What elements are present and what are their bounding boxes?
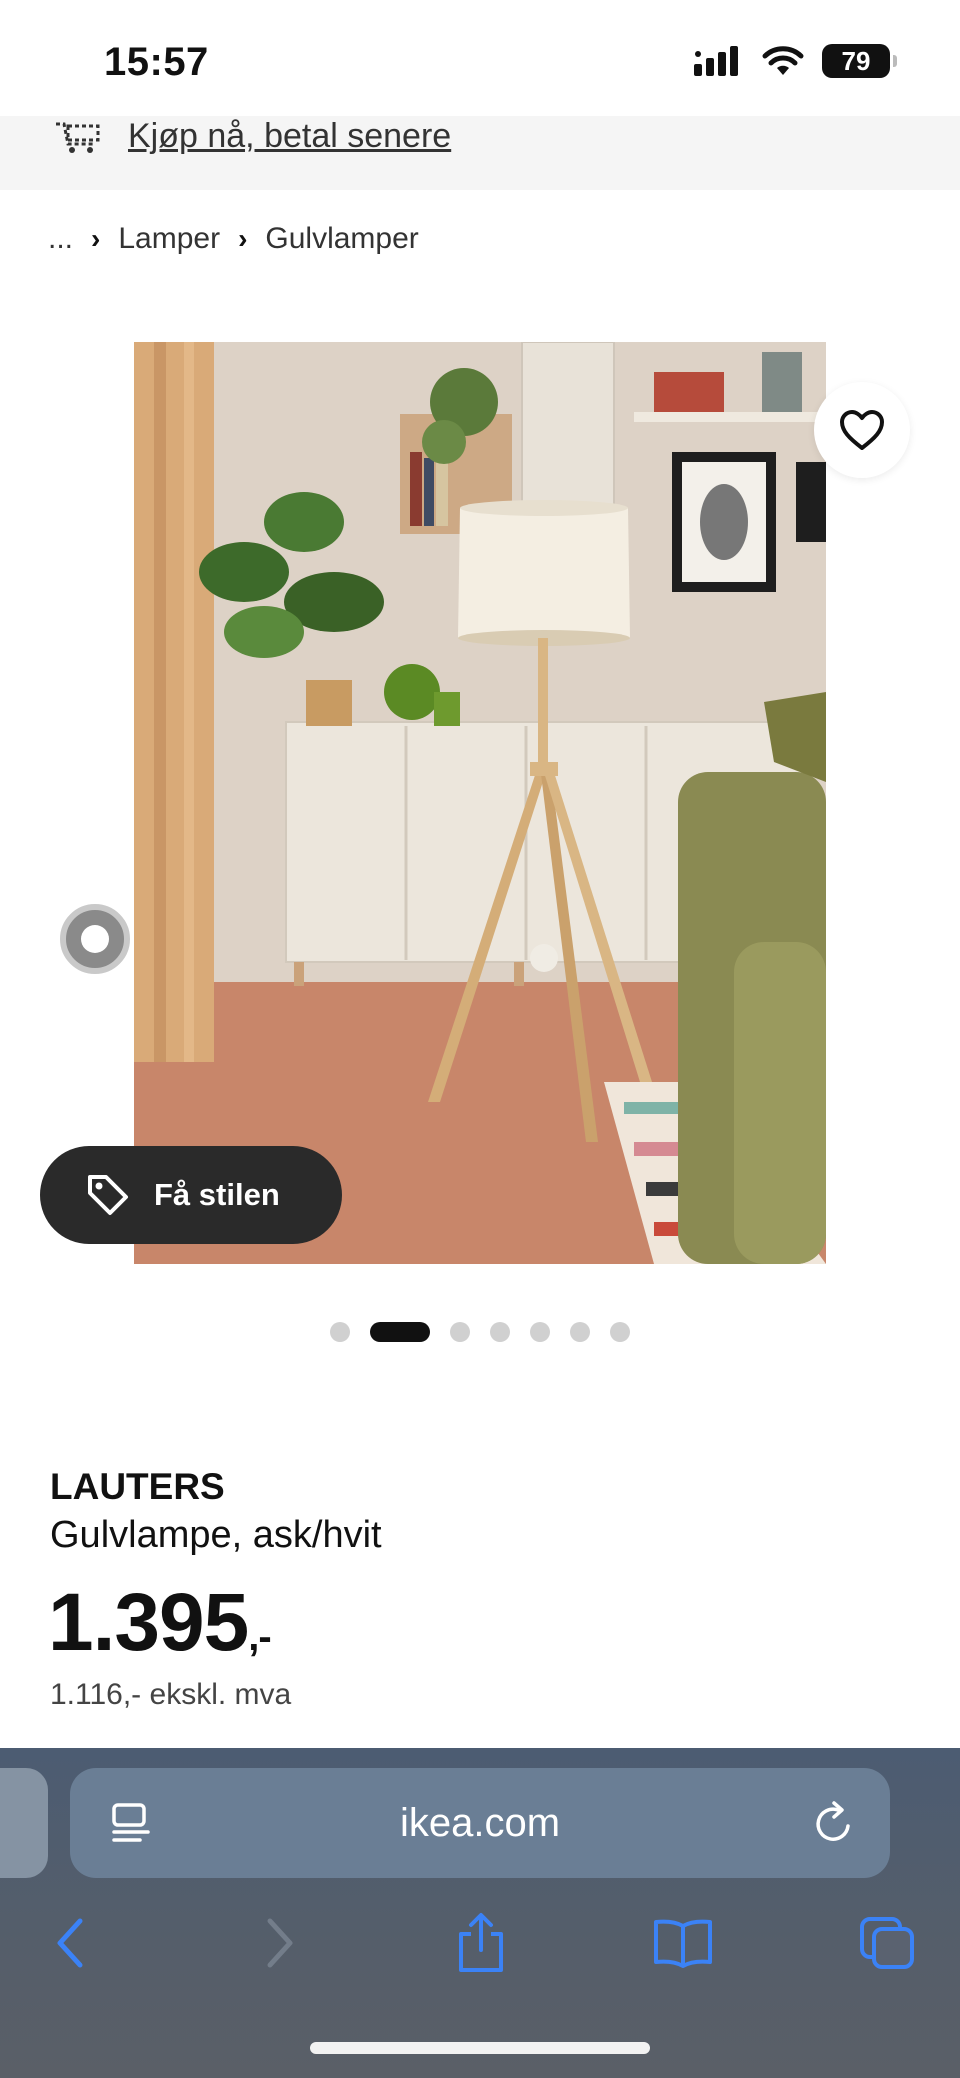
image-drag-handle[interactable] [60, 904, 130, 974]
carousel-dot[interactable] [490, 1322, 510, 1342]
chevron-right-icon: › [238, 223, 248, 254]
address-bar[interactable]: ikea.com [70, 1768, 890, 1878]
tabs-icon [860, 1917, 914, 1969]
promo-banner[interactable]: Kjøp nå, betal senere [0, 116, 960, 190]
price-suffix: ,- [248, 1615, 271, 1659]
get-the-style-label: Få stilen [154, 1177, 280, 1212]
breadcrumb-item-gulvlamper[interactable]: Gulvlamper [265, 222, 418, 256]
shopping-cart-dotted-icon [56, 122, 100, 153]
back-button[interactable] [36, 1908, 106, 1978]
get-the-style-button[interactable]: Få stilen [40, 1146, 342, 1244]
cellular-signal-icon [694, 46, 738, 76]
product-price: 1.395,- [48, 1576, 272, 1670]
product-name: LAUTERS [50, 1466, 225, 1507]
breadcrumb: ... › Lamper › Gulvlamper [48, 222, 419, 256]
carousel-dot[interactable] [610, 1322, 630, 1342]
bookmarks-button[interactable] [648, 1908, 718, 1978]
favorite-button[interactable] [814, 382, 910, 478]
drag-handle-dot [81, 925, 109, 953]
home-indicator [310, 2042, 650, 2054]
carousel-dot[interactable] [330, 1322, 350, 1342]
reload-icon[interactable] [812, 1800, 856, 1846]
url-text: ikea.com [399, 1800, 561, 1845]
battery-indicator: 79 [822, 44, 897, 78]
breadcrumb-ellipsis[interactable]: ... [48, 222, 73, 256]
chevron-right-icon [267, 1918, 293, 1968]
carousel-dot[interactable] [530, 1322, 550, 1342]
carousel-pagination [0, 1322, 960, 1342]
status-time: 15:57 [104, 40, 209, 84]
price-main: 1.395 [48, 1577, 249, 1668]
browser-bottom-bar: ikea.com [0, 1748, 960, 2078]
forward-button[interactable] [244, 1908, 314, 1978]
product-image[interactable] [134, 342, 826, 1264]
status-icons: 79 [694, 44, 897, 78]
reader-mode-icon[interactable] [110, 1802, 152, 1846]
tag-icon [88, 1175, 128, 1215]
product-description: Gulvlampe, ask/hvit [50, 1514, 382, 1556]
carousel-dot[interactable] [450, 1322, 470, 1342]
product-photo [134, 342, 826, 1264]
share-icon [459, 1913, 503, 1972]
promo-link[interactable]: Kjøp nå, betal senere [128, 116, 451, 156]
wifi-icon [762, 46, 804, 75]
tabs-button[interactable] [852, 1908, 922, 1978]
previous-tab-peek[interactable] [0, 1768, 48, 1878]
book-icon [654, 1919, 712, 1968]
status-bar: 15:57 79 [0, 0, 960, 116]
breadcrumb-item-lamper[interactable]: Lamper [118, 222, 220, 256]
browser-toolbar [0, 1908, 960, 1988]
chevron-right-icon: › [91, 223, 101, 254]
chevron-left-icon [57, 1918, 83, 1968]
heart-icon [840, 410, 884, 450]
price-excluding-vat: 1.116,- ekskl. mva [50, 1678, 292, 1711]
share-button[interactable] [446, 1908, 516, 1978]
carousel-dot[interactable] [570, 1322, 590, 1342]
carousel-dot-active[interactable] [370, 1322, 430, 1342]
